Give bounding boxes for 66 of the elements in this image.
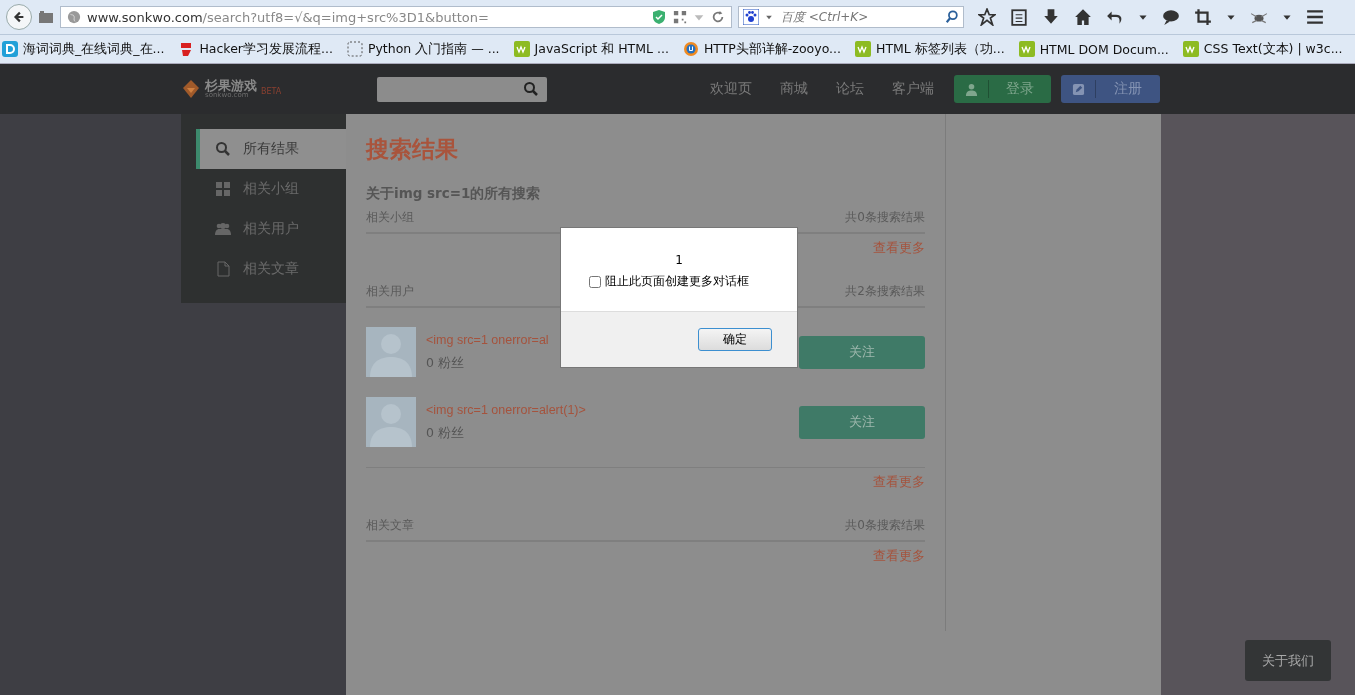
sidebar-item[interactable]: 相关文章: [196, 249, 346, 289]
ok-button[interactable]: 确定: [698, 328, 772, 351]
page-title: 搜索结果: [366, 135, 459, 164]
bookmark[interactable]: CSS Text(文本) | w3c...: [1182, 40, 1343, 58]
circle-logo-icon: [682, 41, 699, 57]
speech-bubble-icon: [1162, 8, 1180, 26]
back-arrow-icon: [12, 10, 26, 24]
site-search-field[interactable]: [377, 76, 547, 102]
nav-link[interactable]: 客户端: [892, 80, 934, 98]
bookmark[interactable]: 海词词典_在线词典_在...: [2, 40, 165, 58]
w3c-icon: [855, 41, 871, 57]
dialog-message: 1: [675, 253, 683, 267]
follow-button[interactable]: 关注: [799, 405, 925, 439]
register-button[interactable]: 注册: [1061, 75, 1160, 103]
avatar-icon: [366, 397, 416, 447]
checkbox-label: 阻止此页面创建更多对话框: [605, 273, 749, 290]
search-icon: [945, 10, 959, 24]
download-icon: [1042, 8, 1060, 26]
reload-icon: [711, 10, 725, 24]
w3c-icon: [1018, 41, 1035, 57]
dropdown-caret-icon: [765, 13, 773, 21]
nav-link[interactable]: 商城: [780, 80, 808, 98]
crop-icon: [1194, 8, 1212, 26]
login-button[interactable]: 登录: [954, 75, 1051, 103]
beta-label: BETA: [261, 87, 282, 96]
logo-text: 杉果游戏: [205, 79, 257, 92]
search-field[interactable]: 百度 <Ctrl+K>: [779, 9, 939, 25]
bookmark[interactable]: Python 入门指南 — ...: [346, 40, 500, 58]
star-icon: [978, 8, 996, 26]
menu-icon: [1306, 8, 1324, 26]
qr-code-icon: [673, 10, 687, 24]
bookmark[interactable]: HTTP头部详解-zooyo...: [682, 40, 841, 58]
nav-link[interactable]: 欢迎页: [710, 80, 752, 98]
sidebar-item[interactable]: 相关用户: [196, 209, 346, 249]
search-icon: [215, 141, 231, 157]
blank-page-icon: [346, 41, 363, 57]
avatar-icon: [366, 327, 416, 377]
shield-icon: [651, 9, 667, 25]
users-icon: [215, 221, 231, 237]
dictionary-icon: [2, 41, 18, 57]
sidebar-item[interactable]: 所有结果: [196, 129, 346, 169]
file-icon: [215, 261, 231, 277]
about-us-button[interactable]: 关于我们: [1245, 640, 1331, 681]
address-bar[interactable]: www.sonkwo.com/search?utf8=√&q=img+src%3D1&button=: [60, 6, 732, 28]
query-heading: 关于img src=1的所有搜索: [366, 185, 542, 203]
search-icon: [523, 81, 539, 97]
w3c-icon: [513, 41, 530, 57]
search-bar[interactable]: 百度 <Ctrl+K>: [738, 6, 964, 28]
back-button[interactable]: [6, 4, 32, 30]
w3c-icon: [1182, 41, 1199, 57]
user-icon: [964, 82, 978, 96]
home-icon: [1074, 8, 1092, 26]
bookmark[interactable]: HTML 标签列表（功...: [855, 40, 1005, 58]
edit-icon: [1071, 82, 1085, 96]
sidebar-item[interactable]: 相关小组: [196, 169, 346, 209]
follow-button[interactable]: 关注: [799, 335, 925, 369]
bookmark[interactable]: HTML DOM Docum...: [1018, 41, 1169, 57]
bookmark[interactable]: JavaScript 和 HTML ...: [513, 40, 669, 58]
clipboard-icon: [1010, 8, 1028, 26]
globe-icon: [67, 10, 81, 24]
grid-icon: [215, 181, 231, 197]
nav-link[interactable]: 论坛: [836, 80, 864, 98]
checkbox[interactable]: [589, 275, 601, 288]
bookmark[interactable]: Hacker学习发展流程...: [178, 40, 333, 58]
tabs-icon: [38, 9, 54, 25]
paw-icon: [743, 9, 759, 25]
